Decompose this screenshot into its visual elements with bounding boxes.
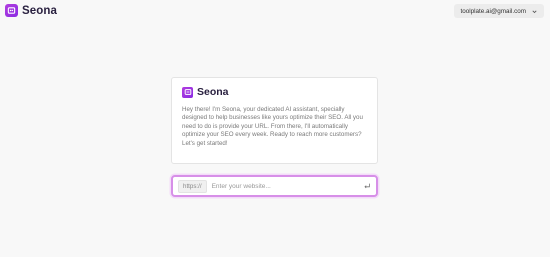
brand[interactable]: Seona bbox=[5, 4, 57, 17]
website-input[interactable] bbox=[211, 182, 363, 190]
card-brand-name: Seona bbox=[197, 86, 229, 98]
website-url-bar[interactable]: https:// bbox=[171, 175, 378, 197]
assistant-intro-card: Seona Hey there! I'm Seona, your dedicat… bbox=[171, 77, 378, 164]
chevron-down-icon bbox=[532, 10, 537, 13]
top-bar: Seona toolplate.ai@gmail.com bbox=[0, 0, 550, 24]
seona-logo-icon bbox=[182, 86, 193, 98]
account-email: toolplate.ai@gmail.com bbox=[460, 7, 526, 15]
enter-icon[interactable] bbox=[363, 182, 371, 190]
account-menu[interactable]: toolplate.ai@gmail.com bbox=[454, 4, 544, 18]
brand-name: Seona bbox=[22, 4, 58, 17]
url-prefix: https:// bbox=[178, 179, 207, 193]
intro-message: Hey there! I'm Seona, your dedicated AI … bbox=[182, 106, 363, 147]
card-brand: Seona bbox=[182, 86, 367, 98]
seona-logo-icon bbox=[5, 4, 18, 17]
